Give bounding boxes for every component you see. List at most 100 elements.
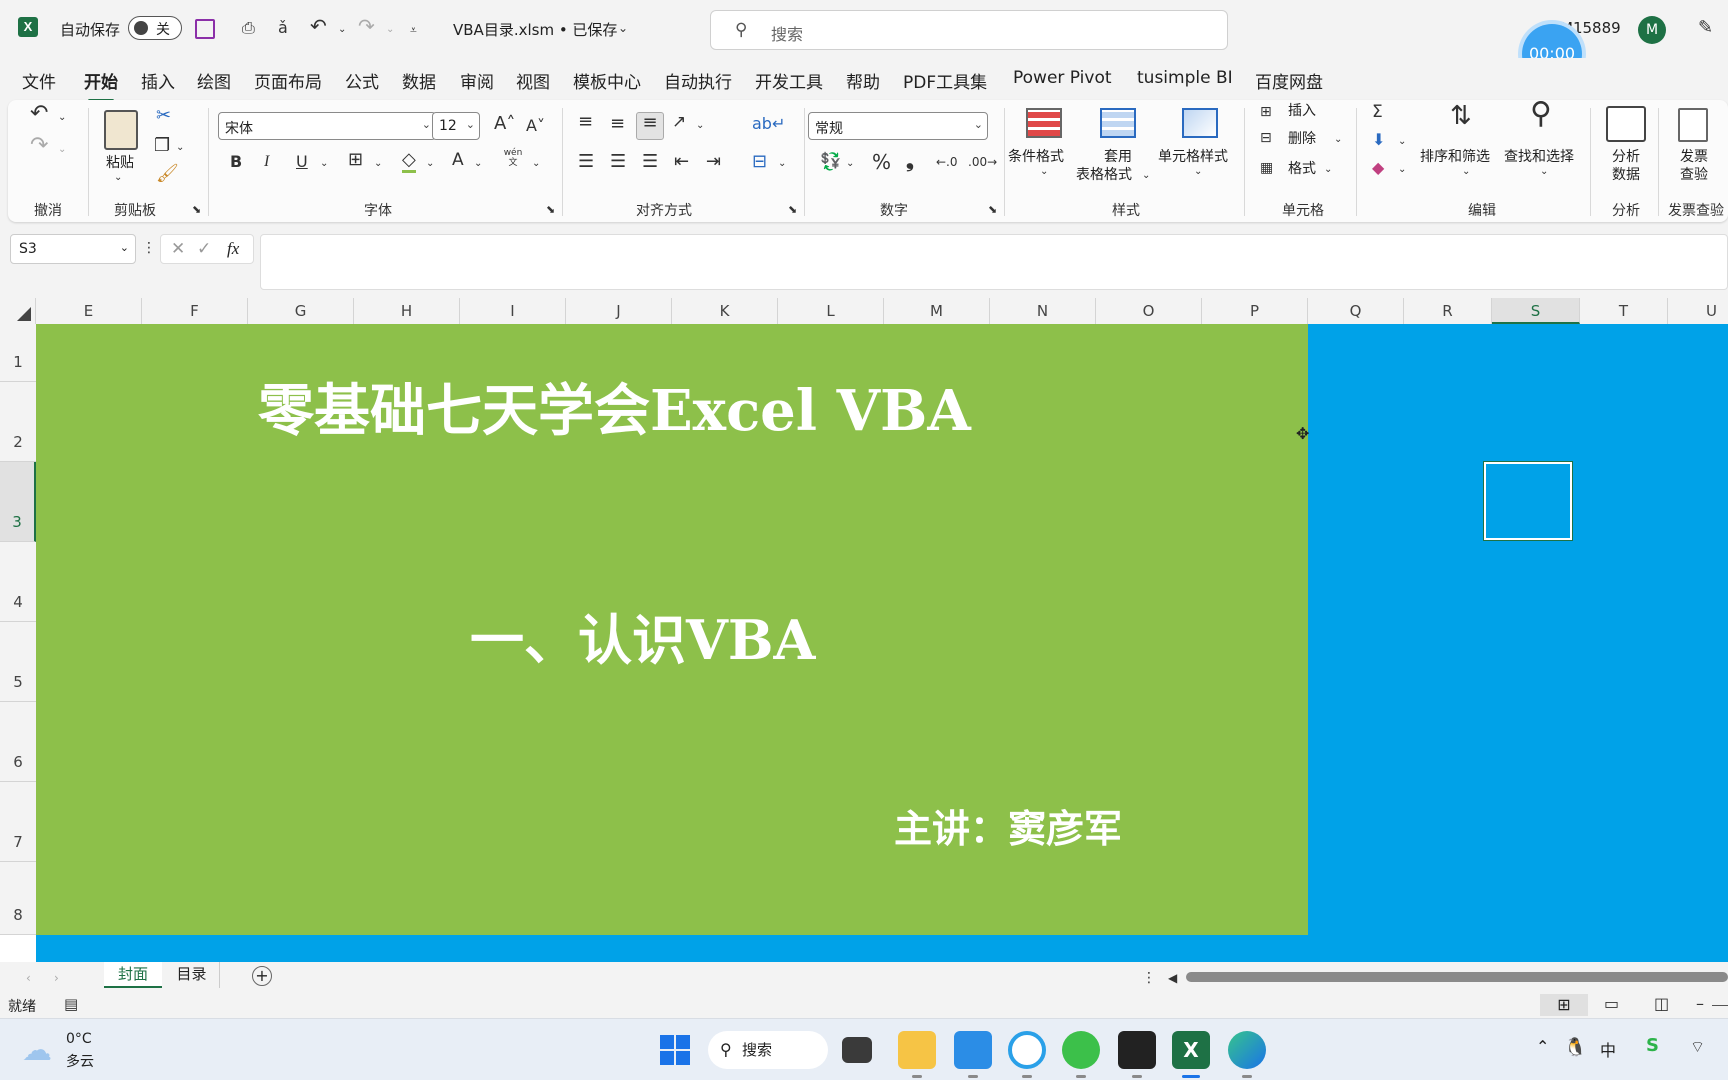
tab-developer[interactable]: 开发工具 bbox=[755, 68, 823, 93]
tab-page-layout[interactable]: 页面布局 bbox=[254, 68, 322, 93]
table-format-line1[interactable]: 套用 bbox=[1104, 146, 1132, 166]
customize-qat-icon[interactable]: ⩡ bbox=[410, 20, 417, 40]
insert-cells-button[interactable]: 插入 bbox=[1288, 100, 1316, 120]
column-header-n[interactable]: N bbox=[990, 298, 1096, 324]
number-launcher-icon[interactable]: ⬊ bbox=[988, 200, 997, 220]
insert-function-icon[interactable]: fx bbox=[227, 239, 239, 259]
taskbar-search[interactable]: ⚲ 搜索 bbox=[708, 1031, 828, 1069]
accounting-dropdown-icon[interactable]: ⌄ bbox=[846, 154, 854, 174]
increase-indent-icon[interactable]: ⇥ bbox=[706, 152, 721, 172]
align-center-icon[interactable]: ☰ bbox=[610, 152, 626, 172]
redo-icon[interactable]: ↷ bbox=[358, 16, 375, 36]
tab-home[interactable]: 开始 bbox=[84, 68, 118, 102]
column-header-k[interactable]: K bbox=[672, 298, 778, 324]
font-size-combo[interactable]: 12 ⌄ bbox=[432, 112, 480, 140]
column-header-m[interactable]: M bbox=[884, 298, 990, 324]
chat-app-icon[interactable] bbox=[1008, 1031, 1046, 1069]
table-format-dropdown-icon[interactable]: ⌄ bbox=[1142, 166, 1150, 186]
align-right-icon[interactable]: ☰ bbox=[642, 152, 658, 172]
tab-review[interactable]: 审阅 bbox=[460, 68, 494, 93]
underline-icon[interactable]: U bbox=[296, 152, 308, 172]
cell-style-dropdown-icon[interactable]: ⌄ bbox=[1194, 162, 1202, 182]
merge-dropdown-icon[interactable]: ⌄ bbox=[778, 154, 786, 174]
format-cells-icon[interactable]: ▦ bbox=[1260, 158, 1273, 178]
tab-splitter-icon[interactable]: ⋮ bbox=[1142, 968, 1156, 988]
clear-icon[interactable]: ◆ bbox=[1372, 158, 1384, 178]
column-header-g[interactable]: G bbox=[248, 298, 354, 324]
row-header-1[interactable]: 1 bbox=[0, 324, 36, 382]
align-middle-icon[interactable]: ≡ bbox=[610, 114, 625, 134]
autosave-toggle[interactable]: 关 bbox=[128, 16, 182, 40]
column-header-f[interactable]: F bbox=[142, 298, 248, 324]
borders-dropdown-icon[interactable]: ⌄ bbox=[374, 154, 382, 174]
ribbon-undo-dropdown-icon[interactable]: ⌄ bbox=[58, 108, 66, 128]
row-header-8[interactable]: 8 bbox=[0, 862, 36, 935]
alignment-launcher-icon[interactable]: ⬊ bbox=[788, 200, 797, 220]
bold-icon[interactable]: B bbox=[230, 152, 242, 172]
orientation-dropdown-icon[interactable]: ⌄ bbox=[696, 116, 704, 136]
wifi-icon[interactable]: ⌔ bbox=[1690, 1037, 1705, 1057]
font-name-combo[interactable]: 宋体 ⌄ bbox=[218, 112, 436, 140]
paste-dropdown-icon[interactable]: ⌄ bbox=[114, 168, 122, 188]
filename-chevron-icon[interactable]: ⌄ bbox=[618, 18, 628, 38]
app-blue-icon[interactable] bbox=[954, 1031, 992, 1069]
print-preview-icon[interactable]: ⎙ bbox=[242, 18, 255, 38]
tab-data[interactable]: 数据 bbox=[402, 68, 436, 93]
analyze-data-line2[interactable]: 数据 bbox=[1612, 164, 1640, 184]
row-header-7[interactable]: 7 bbox=[0, 782, 36, 862]
select-all-corner[interactable] bbox=[0, 298, 36, 324]
file-explorer-icon[interactable] bbox=[898, 1031, 936, 1069]
decrease-font-icon[interactable]: A˅ bbox=[526, 116, 545, 136]
tab-templates[interactable]: 模板中心 bbox=[573, 68, 641, 93]
search-box[interactable]: ⚲ 搜索 bbox=[710, 10, 1228, 50]
sheet-tab-cover[interactable]: 封面 bbox=[104, 962, 162, 988]
sogou-tray-icon[interactable]: S bbox=[1646, 1035, 1659, 1056]
find-select-dropdown-icon[interactable]: ⌄ bbox=[1540, 162, 1548, 182]
row-header-4[interactable]: 4 bbox=[0, 542, 36, 622]
ribbon-redo-icon[interactable]: ↷ bbox=[30, 135, 48, 157]
conditional-format-dropdown-icon[interactable]: ⌄ bbox=[1040, 162, 1048, 182]
page-layout-view-icon[interactable]: ▭ bbox=[1604, 994, 1619, 1014]
delete-cells-button[interactable]: 删除 bbox=[1288, 128, 1316, 148]
clipboard-launcher-icon[interactable]: ⬊ bbox=[192, 200, 201, 220]
column-header-u[interactable]: U bbox=[1668, 298, 1728, 324]
redo-dropdown-icon[interactable]: ⌄ bbox=[386, 20, 394, 40]
tab-pdf-tools[interactable]: PDF工具集 bbox=[903, 68, 987, 93]
column-header-o[interactable]: O bbox=[1096, 298, 1202, 324]
scroll-left-icon[interactable]: ‹ bbox=[26, 968, 31, 988]
save-icon[interactable] bbox=[195, 19, 215, 39]
italic-icon[interactable]: I bbox=[264, 152, 269, 172]
copy-icon[interactable]: ❐ bbox=[154, 136, 170, 156]
start-button[interactable] bbox=[656, 1031, 694, 1069]
scroll-right-icon[interactable]: › bbox=[54, 968, 59, 988]
phonetic-icon[interactable]: wén 文 bbox=[502, 148, 524, 168]
analyze-data-line1[interactable]: 分析 bbox=[1612, 146, 1640, 166]
decrease-indent-icon[interactable]: ⇤ bbox=[674, 152, 689, 172]
underline-dropdown-icon[interactable]: ⌄ bbox=[320, 154, 328, 174]
column-header-q[interactable]: Q bbox=[1308, 298, 1404, 324]
tab-insert[interactable]: 插入 bbox=[141, 68, 175, 93]
row-header-3[interactable]: 3 bbox=[0, 462, 36, 542]
align-left-icon[interactable]: ☰ bbox=[578, 152, 594, 172]
column-header-t[interactable]: T bbox=[1580, 298, 1668, 324]
name-box[interactable]: S3 ⌄ bbox=[10, 234, 136, 264]
copy-dropdown-icon[interactable]: ⌄ bbox=[176, 138, 184, 158]
increase-font-icon[interactable]: A˄ bbox=[494, 114, 515, 134]
phonetic-dropdown-icon[interactable]: ⌄ bbox=[532, 154, 540, 174]
xmind-icon[interactable] bbox=[1118, 1031, 1156, 1069]
format-dropdown-icon[interactable]: ⌄ bbox=[1324, 160, 1332, 180]
wrap-text-icon[interactable]: ab↵ bbox=[752, 114, 785, 134]
format-painter-icon[interactable]: 🖌 bbox=[156, 164, 179, 184]
font-color-dropdown-icon[interactable]: ⌄ bbox=[474, 154, 482, 174]
borders-icon[interactable]: ⊞ bbox=[348, 150, 363, 170]
comma-style-icon[interactable]: ❟ bbox=[906, 150, 914, 170]
enter-icon[interactable]: ✓ bbox=[197, 239, 211, 259]
row-header-5[interactable]: 5 bbox=[0, 622, 36, 702]
sort-filter-button[interactable]: 排序和筛选 bbox=[1420, 146, 1490, 166]
ribbon-undo-icon[interactable]: ↶ bbox=[30, 103, 48, 125]
page-break-view-icon[interactable]: ◫ bbox=[1654, 994, 1669, 1014]
number-format-combo[interactable]: 常规 ⌄ bbox=[808, 112, 988, 140]
row-header-2[interactable]: 2 bbox=[0, 382, 36, 462]
avatar[interactable]: M bbox=[1638, 16, 1666, 44]
merge-center-icon[interactable]: ⊟ bbox=[752, 152, 767, 172]
